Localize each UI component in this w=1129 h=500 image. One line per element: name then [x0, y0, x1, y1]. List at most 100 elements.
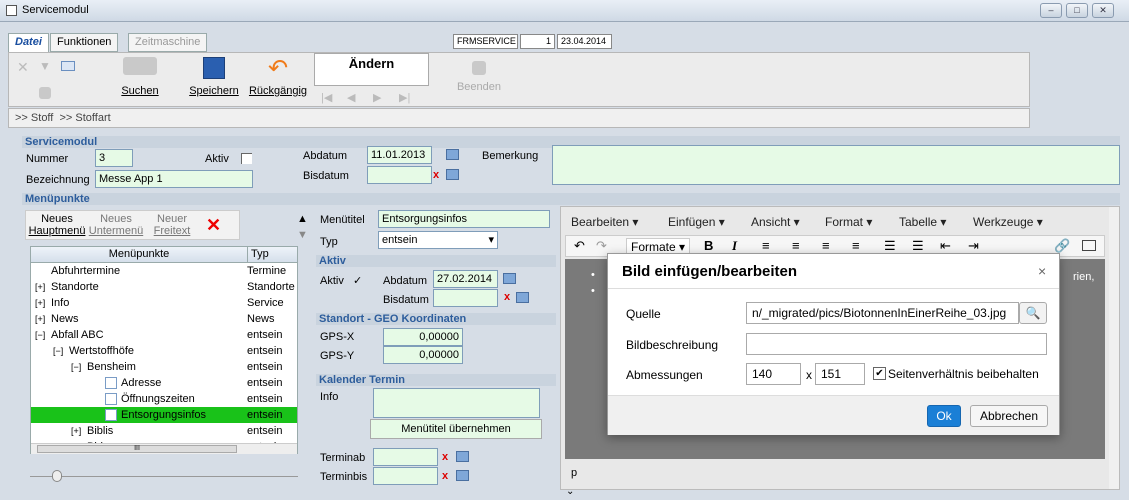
tab-datei[interactable]: Datei — [8, 33, 49, 52]
terminab-field[interactable] — [373, 448, 438, 466]
move-up-icon[interactable]: ▲ — [297, 213, 308, 225]
close-window-button[interactable]: ✕ — [1092, 3, 1114, 18]
new-freetext-button[interactable]: Neuer Freitext — [148, 213, 196, 237]
next-record-icon[interactable]: ▶ — [373, 91, 381, 104]
gpsx-field[interactable]: 0,00000 — [383, 328, 463, 346]
col-menuepunkte[interactable]: Menüpunkte — [31, 247, 247, 263]
clear-date-icon[interactable]: x — [442, 470, 448, 482]
ok-button[interactable]: Ok — [927, 405, 961, 427]
expand-icon[interactable]: [−] — [35, 327, 45, 343]
save-button[interactable]: Speichern — [183, 57, 245, 97]
aktiv2-checkbox[interactable]: ✓ — [353, 274, 362, 287]
gpsy-field[interactable]: 0,00000 — [383, 346, 463, 364]
menu-werkzeuge[interactable]: Werkzeuge ▾ — [973, 215, 1043, 229]
bisdatum2-field[interactable] — [433, 289, 498, 307]
col-typ[interactable]: Typ — [247, 247, 297, 263]
clear-date-icon[interactable]: x — [504, 291, 510, 303]
info-field[interactable] — [373, 388, 540, 418]
redo-icon[interactable]: ↷ — [596, 238, 607, 254]
typ-select[interactable]: entsein ▾ — [378, 231, 498, 249]
indent-icon[interactable]: ⇥ — [968, 238, 979, 254]
abdatum-field[interactable]: 11.01.2013 — [367, 146, 432, 164]
menu-format[interactable]: Format ▾ — [825, 215, 872, 229]
tree-row[interactable]: Entsorgungsinfos entsein — [31, 407, 297, 423]
source-input[interactable]: n/_migrated/pics/BiotonnenInEinerReihe_0… — [746, 302, 1019, 324]
tree-row[interactable]: Abfuhrtermine Termine — [31, 263, 297, 279]
exit-button[interactable]: Beenden — [454, 61, 504, 93]
expand-icon[interactable]: [+] — [71, 423, 81, 439]
calendar-icon[interactable] — [446, 149, 459, 160]
editor-scrollbar[interactable] — [1109, 207, 1119, 489]
expand-icon[interactable]: [+] — [35, 279, 45, 295]
horizontal-scrollbar[interactable]: III — [31, 443, 297, 454]
new-mainmenu-button[interactable]: Neues Hauptmenü — [28, 213, 86, 237]
menu-tabelle[interactable]: Tabelle ▾ — [899, 215, 946, 229]
undo-button[interactable]: ↶ Rückgängig — [247, 57, 309, 98]
close-icon[interactable]: ✕ — [17, 59, 29, 76]
bezeichnung-field[interactable]: Messe App 1 — [95, 170, 253, 188]
bold-button[interactable]: B — [704, 238, 713, 253]
calendar-icon[interactable] — [456, 451, 469, 462]
last-record-icon[interactable]: ▶| — [399, 91, 410, 104]
move-down-icon[interactable]: ▼ — [297, 229, 308, 241]
outdent-icon[interactable]: ⇤ — [940, 238, 951, 254]
breadcrumb-stoff[interactable]: Stoff — [31, 112, 53, 124]
ratio-checkbox[interactable]: ✔ — [873, 367, 886, 380]
tree-row[interactable]: [−] Bensheim entsein — [31, 359, 297, 375]
clear-date-icon[interactable]: x — [433, 169, 439, 181]
expand-icon[interactable]: [+] — [35, 295, 45, 311]
tree-row[interactable]: [+] Info Service — [31, 295, 297, 311]
tree-row[interactable]: [+] Biblis entsein — [31, 423, 297, 439]
expand-icon[interactable]: [−] — [53, 343, 63, 359]
menu-einfuegen[interactable]: Einfügen ▾ — [668, 215, 725, 229]
minimize-button[interactable]: – — [1040, 3, 1062, 18]
new-submenu-button[interactable]: Neues Untermenü — [88, 213, 144, 237]
undo-icon[interactable]: ↶ — [574, 238, 585, 254]
tree-row[interactable]: [+] Standorte Standorte — [31, 279, 297, 295]
bemerkung-field[interactable] — [552, 145, 1120, 185]
terminbis-field[interactable] — [373, 467, 438, 485]
tab-funktionen[interactable]: Funktionen — [50, 33, 119, 52]
calendar-icon[interactable] — [446, 169, 459, 180]
grid-icon[interactable] — [61, 61, 75, 71]
tab-zeitmaschine[interactable]: Zeitmaschine — [128, 33, 208, 52]
justify-icon[interactable]: ≡ — [852, 238, 860, 253]
calendar-icon[interactable] — [456, 470, 469, 481]
align-left-icon[interactable]: ≡ — [762, 238, 770, 253]
width-input[interactable]: 140 — [746, 363, 801, 385]
align-right-icon[interactable]: ≡ — [822, 238, 830, 253]
tree-row[interactable]: [−] Abfall ABC entsein — [31, 327, 297, 343]
expand-icon[interactable]: [+] — [35, 311, 45, 327]
maximize-button[interactable]: □ — [1066, 3, 1088, 18]
tree-row[interactable]: [+] News News — [31, 311, 297, 327]
print-icon[interactable] — [39, 87, 51, 99]
first-record-icon[interactable]: |◀ — [321, 91, 332, 104]
calendar-icon[interactable] — [516, 292, 529, 303]
dialog-close-icon[interactable]: × — [1038, 263, 1046, 279]
chevron-down-icon[interactable]: ⌄ — [566, 486, 574, 497]
numbered-list-icon[interactable]: ☰ — [912, 238, 924, 254]
image-icon[interactable] — [1082, 240, 1096, 251]
clear-date-icon[interactable]: x — [442, 451, 448, 463]
calendar-icon[interactable] — [503, 273, 516, 284]
bisdatum-field[interactable] — [367, 166, 432, 184]
tree-row[interactable]: [−] Wertstoffhöfe entsein — [31, 343, 297, 359]
abdatum2-field[interactable]: 27.02.2014 — [433, 270, 498, 288]
tree-row[interactable]: Öffnungszeiten entsein — [31, 391, 297, 407]
expand-icon[interactable]: [−] — [71, 359, 81, 375]
bullet-list-icon[interactable]: ☰ — [884, 238, 896, 254]
filter-icon[interactable]: ▼ — [39, 59, 51, 73]
menu-bearbeiten[interactable]: Bearbeiten ▾ — [571, 215, 638, 229]
aktiv-checkbox[interactable] — [241, 153, 252, 164]
slider-handle[interactable] — [52, 470, 62, 482]
cancel-button[interactable]: Abbrechen — [970, 405, 1048, 427]
nummer-field[interactable]: 3 — [95, 149, 133, 167]
align-center-icon[interactable]: ≡ — [792, 238, 800, 253]
browse-icon[interactable]: 🔍 — [1019, 302, 1047, 324]
italic-button[interactable]: I — [732, 238, 737, 254]
tree-row[interactable]: Adresse entsein — [31, 375, 297, 391]
breadcrumb-stoffart[interactable]: Stoffart — [75, 112, 110, 124]
prev-record-icon[interactable]: ◀ — [347, 91, 355, 104]
uebernehmen-button[interactable]: Menütitel übernehmen — [370, 419, 542, 439]
menuetitel-field[interactable]: Entsorgungsinfos — [378, 210, 550, 228]
